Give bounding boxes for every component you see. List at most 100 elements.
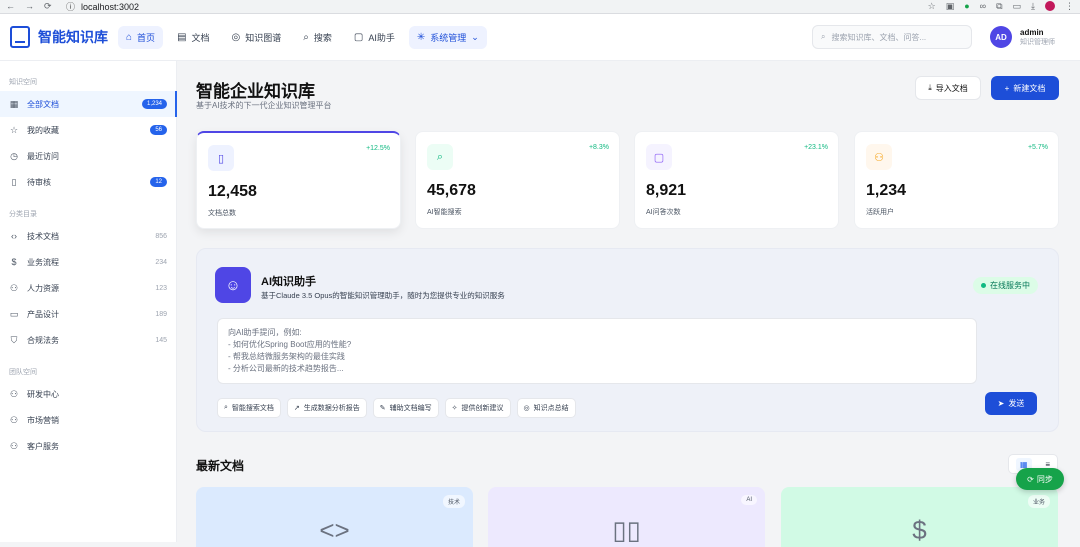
- code-icon: ‹›: [11, 231, 17, 241]
- dollar-icon: $: [11, 257, 17, 267]
- import-button[interactable]: ⤓ 导入文档: [915, 76, 981, 100]
- recent-docs-title: 最新文档: [196, 459, 245, 473]
- search-input[interactable]: 搜索知识库、文档、问答...: [831, 32, 926, 43]
- stat-label: AI问答次数: [646, 209, 681, 216]
- edit-icon: ✎: [379, 405, 386, 412]
- sync-button[interactable]: ⟳ 同步: [1016, 468, 1064, 490]
- chip-summary[interactable]: ◎ 知识点总结: [516, 398, 576, 418]
- sidebar-icon[interactable]: ▭: [1013, 1, 1022, 12]
- extension-icon[interactable]: ▣: [946, 1, 955, 12]
- sidebar-item-label: 客户服务: [27, 441, 59, 451]
- sidebar-item-tech-docs[interactable]: ‹› 技术文档 856: [0, 223, 176, 249]
- chip-innovation[interactable]: ✧ 提供创新建议: [444, 398, 511, 418]
- doc-card[interactable]: 技术 <>: [196, 487, 473, 547]
- doc-card[interactable]: 业务 $: [781, 487, 1058, 547]
- chip-report[interactable]: ↗ 生成数据分析报告: [286, 398, 367, 418]
- sidebar-item-label: 市场营销: [27, 415, 59, 425]
- chip-label: 知识点总结: [533, 405, 569, 412]
- book-icon: ▯▯: [612, 515, 641, 545]
- status-text: 在线服务中: [990, 281, 1030, 290]
- quick-actions: ⌕ 智能搜索文档 ↗ 生成数据分析报告 ✎ 辅助文档编写 ✧ 提供创新建议 ◎ 知识点总结: [217, 398, 576, 418]
- nav-label: 系统管理: [430, 32, 467, 43]
- nav-ai-assistant[interactable]: ▢ AI助手: [346, 26, 403, 49]
- doc-card[interactable]: AI ▯▯: [488, 487, 765, 547]
- search-icon: ⌕: [303, 31, 309, 43]
- nav-label: 文档: [191, 32, 210, 43]
- sidebar-item-all-docs[interactable]: ▦ 全部文档 1,234: [0, 91, 177, 117]
- book-logo-icon: [10, 26, 30, 48]
- download-icon: ⤓: [928, 83, 932, 92]
- item-count: 145: [155, 336, 167, 344]
- back-icon[interactable]: ←: [6, 1, 15, 12]
- page-subtitle: 基于AI技术的下一代企业知识管理平台: [196, 101, 332, 110]
- chat-icon: ▢: [646, 144, 672, 170]
- sidebar-item-label: 全部文档: [27, 99, 59, 109]
- trend-value: +8.3%: [588, 144, 609, 151]
- nav-knowledge-graph[interactable]: ◎ 知识图谱: [224, 26, 290, 49]
- refresh-icon: ⟳: [1027, 474, 1034, 484]
- sidebar-item-label: 产品设计: [27, 309, 59, 319]
- sidebar-item-rnd[interactable]: ⚇ 研发中心: [0, 381, 176, 407]
- users-icon: ⚇: [9, 440, 19, 451]
- avatar: AD: [990, 26, 1012, 48]
- sidebar-item-business[interactable]: $ 业务流程 234: [0, 249, 176, 275]
- chip-smart-search[interactable]: ⌕ 智能搜索文档: [217, 398, 281, 418]
- nav-label: 知识图谱: [245, 32, 282, 43]
- sidebar-item-hr[interactable]: ⚇ 人力资源 123: [0, 275, 176, 301]
- sidebar-item-favorites[interactable]: ☆ 我的收藏 56: [0, 117, 176, 143]
- nav-label: AI助手: [368, 32, 395, 43]
- sidebar-item-marketing[interactable]: ⚇ 市场营销: [0, 407, 176, 433]
- lightbulb-icon: ✧: [451, 405, 458, 412]
- user-menu[interactable]: AD admin 知识管理师: [990, 26, 1070, 48]
- item-count: 856: [155, 232, 167, 240]
- send-icon: ➤: [997, 399, 1005, 408]
- nav-home[interactable]: ⌂ 首页: [118, 25, 164, 49]
- address-bar[interactable]: localhost:3002: [81, 2, 928, 12]
- send-button[interactable]: ➤ 发送: [985, 392, 1037, 415]
- item-count: 234: [155, 258, 167, 266]
- monitor-icon: ▭: [9, 308, 19, 319]
- stat-card-search[interactable]: ⌕ +8.3% 45,678 AI智能搜索: [415, 131, 620, 229]
- chip-writing[interactable]: ✎ 辅助文档编写: [372, 398, 439, 418]
- grid-icon: ▦: [9, 98, 19, 109]
- shield-icon[interactable]: ●: [964, 1, 969, 12]
- item-count: 123: [155, 284, 167, 292]
- stat-card-documents[interactable]: ▯ +12.5% 12,458 文档总数: [196, 131, 401, 229]
- sidebar-item-compliance[interactable]: ⛉ 合规法务 145: [0, 327, 176, 353]
- app-logo[interactable]: 智能知识库: [10, 26, 110, 48]
- link-icon[interactable]: ∞: [980, 1, 986, 12]
- global-search[interactable]: ⌕ 搜索知识库、文档、问答...: [812, 25, 972, 49]
- doc-tag: 业务: [1027, 495, 1050, 508]
- users-icon: ⚇: [9, 414, 19, 425]
- trend-value: +23.1%: [804, 144, 828, 151]
- menu-icon[interactable]: ⋮: [1065, 1, 1074, 12]
- assistant-description: 基于Claude 3.5 Opus的智能知识管理助手，随时为您提供专业的知识服务: [261, 291, 505, 300]
- stat-card-users[interactable]: ⚇ +5.7% 1,234 活跃用户: [854, 131, 1059, 229]
- assistant-input[interactable]: 向AI助手提问，例如: - 如何优化Spring Boot应用的性能? - 帮我…: [217, 318, 977, 384]
- sidebar-item-recent[interactable]: ◷ 最近访问: [0, 143, 176, 169]
- stat-card-qa[interactable]: ▢ +23.1% 8,921 AI问答次数: [634, 131, 839, 229]
- download-icon[interactable]: ⤓: [1031, 1, 1035, 12]
- profile-icon[interactable]: [1045, 1, 1055, 11]
- nav-search[interactable]: ⌕ 搜索: [295, 26, 340, 49]
- star-icon[interactable]: ☆: [928, 1, 936, 12]
- puzzle-icon[interactable]: ⧉: [996, 1, 1002, 12]
- users-icon: ⚇: [9, 388, 19, 399]
- app-header: 智能知识库 ⌂ 首页 ▤ 文档 ◎ 知识图谱 ⌕ 搜索 ▢ AI助手 ✳ 系统管理 ⌄ ⌕ 搜…: [0, 14, 1080, 61]
- home-icon: ⌂: [126, 31, 133, 43]
- browser-nav: ← → ⟳: [6, 1, 66, 12]
- sidebar-item-product[interactable]: ▭ 产品设计 189: [0, 301, 176, 327]
- nav-system-admin[interactable]: ✳ 系统管理 ⌄: [408, 25, 487, 49]
- sidebar-item-label: 技术文档: [27, 231, 59, 241]
- plus-icon: +: [1004, 83, 1010, 93]
- reload-icon[interactable]: ⟳: [44, 1, 52, 12]
- sidebar-item-support[interactable]: ⚇ 客户服务: [0, 433, 176, 459]
- nav-documents[interactable]: ▤ 文档: [169, 26, 217, 49]
- code-icon: <>: [319, 515, 350, 545]
- info-icon[interactable]: ⓘ: [66, 0, 75, 13]
- sidebar-item-label: 业务流程: [27, 257, 59, 267]
- forward-icon[interactable]: →: [25, 1, 34, 12]
- bookmark-icon: ▯: [11, 176, 17, 187]
- new-document-button[interactable]: + 新建文档: [991, 76, 1059, 100]
- sidebar-item-pending[interactable]: ▯ 待审核 12: [0, 169, 176, 195]
